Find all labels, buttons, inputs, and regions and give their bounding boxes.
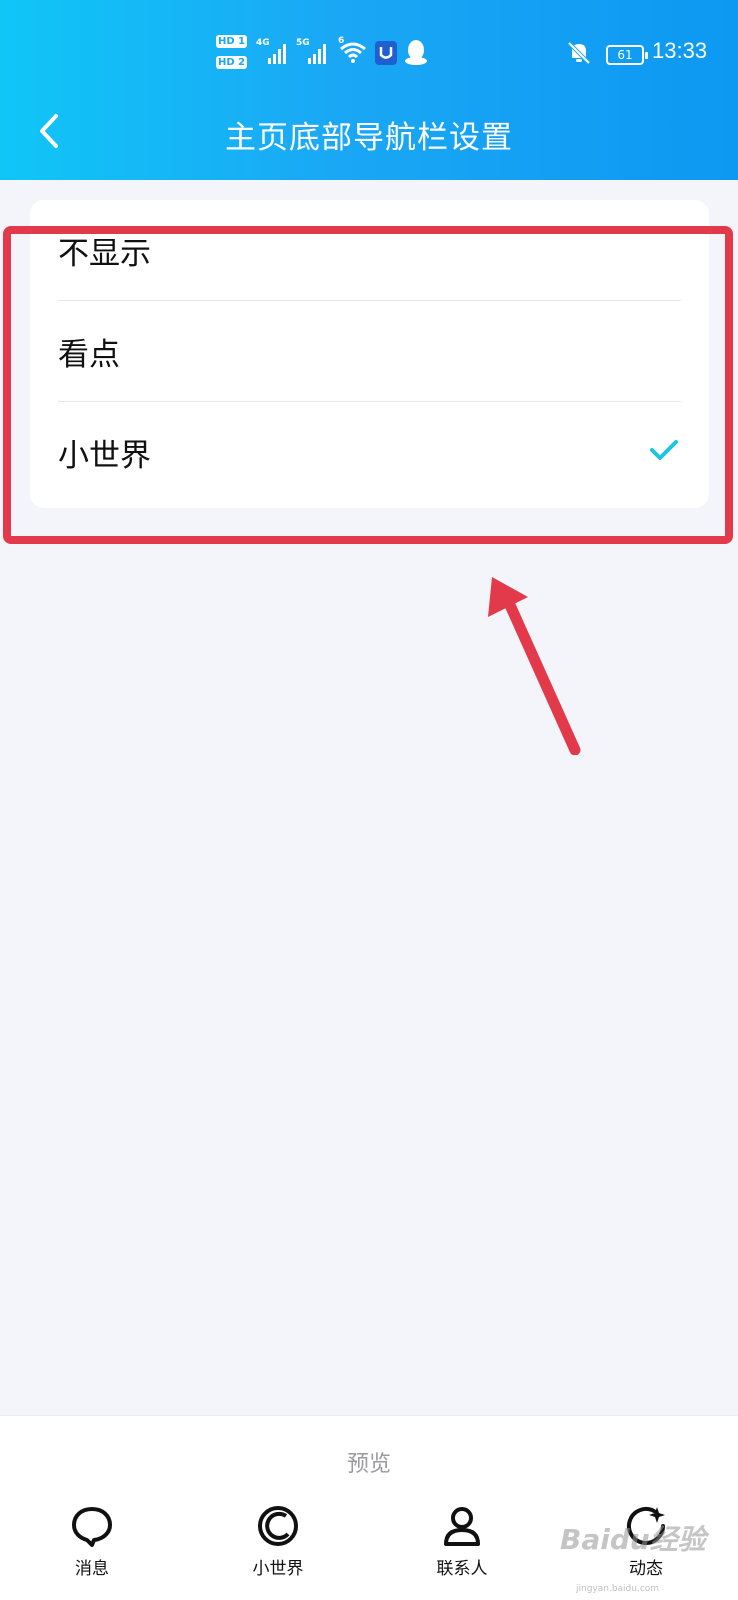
header-bar: HD 1 HD 2 4G 5G 6 61 13:33 主页底部导航栏设置	[0, 0, 738, 180]
watermark: Baidu经验	[560, 1523, 706, 1556]
person-icon	[444, 1507, 480, 1546]
qq-penguin-icon	[404, 39, 428, 71]
wifi-icon: 6	[338, 36, 368, 68]
world-circle-icon	[258, 1506, 298, 1546]
option-small-world[interactable]: 小世界	[58, 402, 681, 504]
message-bubble-icon	[72, 1507, 112, 1547]
shield-app-icon	[374, 40, 398, 70]
hd1-badge: HD 1	[216, 35, 248, 48]
preview-panel: 预览 消息 小世界 联系人 动态	[0, 1415, 738, 1600]
network-type-label: 4G	[256, 38, 270, 48]
option-label: 看点	[58, 337, 120, 373]
settings-page: HD 1 HD 2 4G 5G 6 61 13:33 主页底部导航栏设置 不显示…	[0, 0, 738, 1600]
annotation-arrow-icon	[488, 577, 581, 755]
page-title: 主页底部导航栏设置	[225, 120, 513, 156]
preview-label: 预览	[346, 1452, 391, 1477]
wifi-tag-label: 6	[338, 36, 345, 46]
nav-item-contacts[interactable]: 联系人	[402, 1504, 522, 1594]
nav-label: 联系人	[436, 1559, 488, 1579]
hd2-badge: HD 2	[216, 56, 248, 69]
option-label: 不显示	[58, 236, 151, 272]
signal-icon: 5G	[296, 38, 330, 64]
option-hide[interactable]: 不显示	[58, 200, 681, 302]
nav-options-list: 不显示 看点 小世界	[30, 200, 709, 508]
battery-level: 61	[617, 48, 633, 62]
battery-icon: 61	[606, 45, 648, 65]
nav-label: 消息	[75, 1559, 109, 1579]
signal-icon: 4G	[256, 38, 290, 64]
nav-label: 小世界	[252, 1559, 304, 1579]
nav-item-small-world[interactable]: 小世界	[218, 1504, 338, 1594]
status-bar: HD 1 HD 2 4G 5G 6 61 13:33	[0, 26, 738, 82]
option-kandian[interactable]: 看点	[58, 301, 681, 403]
hd-indicators: HD 1 HD 2	[216, 34, 252, 74]
network-type-label: 5G	[296, 38, 310, 48]
watermark-url: jingyan.baidu.com	[576, 1584, 660, 1594]
clock: 13:33	[652, 38, 708, 63]
option-label: 小世界	[58, 438, 151, 474]
check-icon	[650, 440, 678, 460]
mute-bell-icon	[566, 40, 592, 70]
nav-item-messages[interactable]: 消息	[32, 1504, 152, 1594]
